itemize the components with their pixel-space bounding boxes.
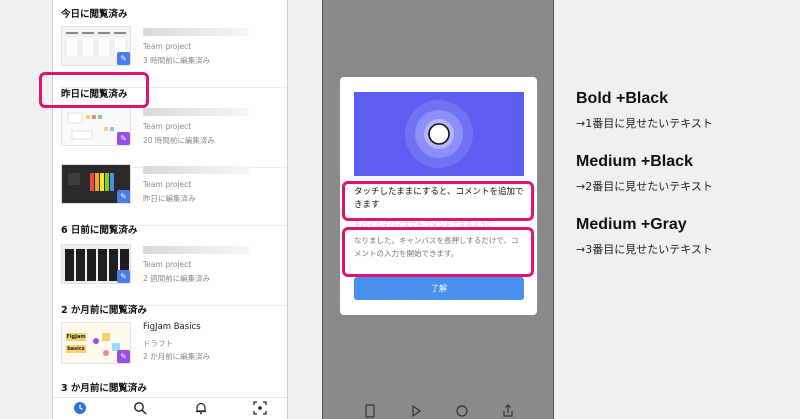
file-thumbnail: ✎ bbox=[61, 244, 131, 284]
design-file-badge-icon: ✎ bbox=[117, 190, 130, 203]
file-row[interactable]: FigJam basics ✎ FigJam Basics ドラフト 2 か月前… bbox=[53, 322, 287, 384]
file-row[interactable]: ✎ Team project 2 週間前に編集済み bbox=[53, 244, 287, 306]
recents-screen: 今日に閲覧済み ✎ Team project 3 時間前に編集済み 昨日に閲覧済… bbox=[52, 0, 288, 419]
legend-description-2: →2番目に見せたいテキスト bbox=[576, 180, 713, 193]
file-thumbnail: ✎ bbox=[61, 106, 131, 146]
file-name-redacted bbox=[143, 28, 249, 36]
section-title-6-days: 6 日前に閲覧済み bbox=[61, 225, 138, 236]
file-thumbnail: FigJam basics ✎ bbox=[61, 322, 131, 364]
dialog-illustration bbox=[354, 92, 524, 176]
file-project: Team project bbox=[143, 180, 192, 189]
file-project: Team project bbox=[143, 42, 192, 51]
file-edited-time: 2 か月前に編集済み bbox=[143, 352, 211, 361]
bottom-tab-bar bbox=[53, 397, 287, 419]
file-name: FigJam Basics bbox=[143, 322, 201, 332]
section-title-3-months: 3 か月前に閲覧済み bbox=[61, 383, 147, 394]
file-row[interactable]: ✎ Team project 昨日に編集済み bbox=[53, 164, 287, 226]
section-title-today: 今日に閲覧済み bbox=[61, 9, 128, 20]
file-project: Team project bbox=[143, 122, 192, 131]
touch-ripple-illustration bbox=[405, 100, 473, 168]
file-edited-time: 2 週間前に編集済み bbox=[143, 274, 211, 283]
file-name-redacted bbox=[143, 246, 249, 254]
file-name-redacted bbox=[143, 108, 249, 116]
figjam-file-badge-icon: ✎ bbox=[117, 350, 130, 363]
scan-icon[interactable] bbox=[253, 401, 267, 415]
file-edited-time: 20 時間前に編集済み bbox=[143, 136, 215, 145]
legend-heading-1: Bold +Black bbox=[576, 90, 669, 107]
file-row[interactable]: ✎ Team project 20 時間前に編集済み bbox=[53, 106, 287, 168]
bell-icon[interactable] bbox=[194, 401, 208, 415]
legend-heading-3: Medium +Gray bbox=[576, 216, 687, 233]
file-edited-time: 3 時間前に編集済み bbox=[143, 56, 211, 65]
file-edited-time: 昨日に編集済み bbox=[143, 194, 196, 203]
highlight-dialog-title bbox=[342, 181, 534, 221]
file-project: ドラフト bbox=[143, 339, 173, 348]
design-file-badge-icon: ✎ bbox=[117, 270, 130, 283]
section-title-2-months: 2 か月前に閲覧済み bbox=[61, 305, 147, 316]
legend-description-1: →1番目に見せたいテキスト bbox=[576, 117, 713, 130]
share-icon[interactable] bbox=[501, 404, 515, 418]
comment-icon[interactable] bbox=[455, 404, 469, 418]
figjam-file-badge-icon: ✎ bbox=[117, 132, 130, 145]
legend-description-3: →3番目に見せたいテキスト bbox=[576, 243, 713, 256]
file-thumbnail: ✎ bbox=[61, 164, 131, 204]
highlight-dialog-body bbox=[342, 227, 534, 277]
slide-canvas: 今日に閲覧済み ✎ Team project 3 時間前に編集済み 昨日に閲覧済… bbox=[0, 0, 800, 419]
ok-button[interactable]: 了解 bbox=[354, 277, 524, 300]
file-thumbnail: ✎ bbox=[61, 26, 131, 66]
play-icon[interactable] bbox=[409, 404, 423, 418]
search-icon[interactable] bbox=[133, 401, 147, 415]
highlight-section-title bbox=[39, 72, 149, 108]
file-icon[interactable] bbox=[363, 404, 377, 418]
clock-icon[interactable] bbox=[73, 401, 87, 415]
design-file-badge-icon: ✎ bbox=[117, 52, 130, 65]
legend-heading-2: Medium +Black bbox=[576, 153, 693, 170]
file-name-redacted bbox=[143, 166, 249, 174]
file-project: Team project bbox=[143, 260, 192, 269]
